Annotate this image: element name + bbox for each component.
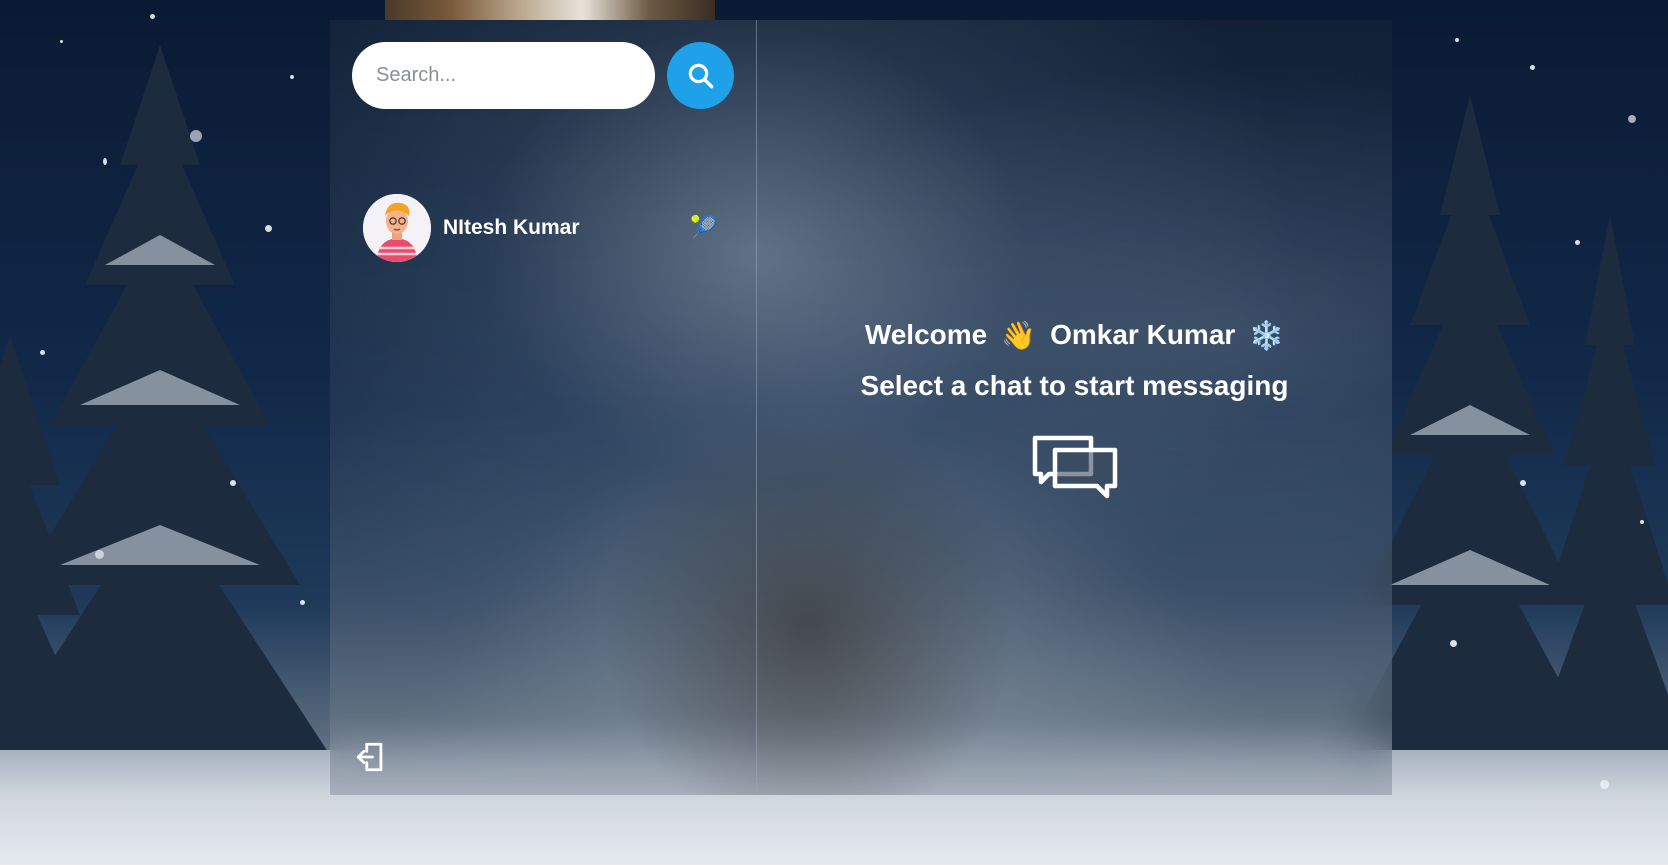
chat-app-container: NItesh Kumar 🎾 Welcome 👋 Omkar Kumar ❄️ … <box>330 20 1392 795</box>
no-chat-selected: Welcome 👋 Omkar Kumar ❄️ Select a chat t… <box>757 315 1392 500</box>
snowflake <box>1455 38 1459 42</box>
snowflake <box>1628 115 1636 123</box>
snowflake <box>1530 65 1535 70</box>
snowflake <box>1640 520 1644 524</box>
conversation-name: NItesh Kumar <box>443 216 580 239</box>
snowflake <box>150 14 155 19</box>
wave-emoji: 👋 <box>1001 319 1037 351</box>
snowflake <box>60 40 63 43</box>
snowflake <box>290 75 294 79</box>
avatar-illustration <box>363 194 431 262</box>
message-container: Welcome 👋 Omkar Kumar ❄️ Select a chat t… <box>757 20 1392 795</box>
snowflake <box>1600 780 1609 789</box>
search-input[interactable] <box>352 42 655 109</box>
snowflake <box>103 158 107 165</box>
snowflake <box>95 550 104 559</box>
snowflake <box>1450 640 1457 647</box>
search-form <box>352 42 734 109</box>
sidebar: NItesh Kumar 🎾 <box>330 20 757 795</box>
avatar <box>363 194 431 262</box>
select-chat-prompt: Select a chat to start messaging <box>860 370 1289 401</box>
user-name: Omkar Kumar <box>1050 319 1236 350</box>
snowflake <box>40 350 45 355</box>
snowflake <box>300 600 305 605</box>
snowflake-emoji: ❄️ <box>1249 319 1285 351</box>
conversation-emoji: 🎾 <box>690 215 718 241</box>
snowflake <box>1520 480 1526 486</box>
snowflake <box>1575 240 1580 245</box>
logout-icon <box>356 742 383 772</box>
search-icon <box>688 63 713 88</box>
logout-button[interactable] <box>354 740 388 774</box>
chat-bubbles-icon <box>1032 435 1117 499</box>
search-button[interactable] <box>667 42 734 109</box>
welcome-line: Welcome 👋 Omkar Kumar ❄️ <box>865 315 1284 355</box>
conversation-item[interactable]: NItesh Kumar 🎾 <box>363 194 719 262</box>
welcome-greeting: Welcome <box>864 319 988 350</box>
snowflake <box>265 225 272 232</box>
snowflake <box>230 480 236 486</box>
snowflake <box>190 130 202 142</box>
background-image-strip <box>385 0 715 20</box>
